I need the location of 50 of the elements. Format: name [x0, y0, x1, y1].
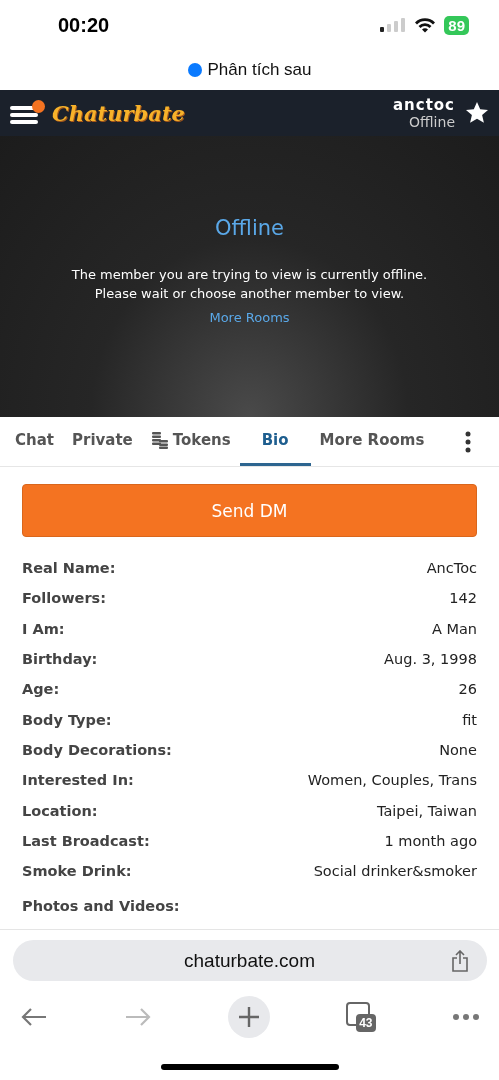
bio-value: 1 month ago	[384, 832, 477, 849]
bio-label: Real Name:	[22, 560, 116, 577]
bio-value: Taipei, Taiwan	[376, 802, 477, 819]
coin-stack-icon	[150, 431, 169, 449]
bio-value: None	[439, 741, 477, 758]
offline-title: Offline	[215, 216, 284, 240]
bio-label: Location:	[22, 802, 98, 819]
status-dot	[187, 63, 202, 77]
tab[interactable]: Bio	[239, 417, 311, 466]
bio-value: fit	[462, 711, 477, 728]
bio-value: Women, Couples, Trans	[307, 772, 477, 789]
bio-label: Last Broadcast:	[22, 832, 150, 849]
bio-value: Social drinker&smoker	[313, 863, 477, 880]
site-logo[interactable]: Chaturbate	[52, 100, 185, 126]
tab[interactable]: Chat	[6, 417, 63, 466]
url-text: chaturbate.com	[184, 949, 315, 972]
bio-value: 26	[458, 681, 477, 698]
signal-icon	[380, 18, 407, 32]
bio-label: Birthday:	[22, 651, 98, 668]
bio-label: Interested In:	[22, 772, 134, 789]
section-heading: Photos and Videos:	[22, 898, 181, 915]
battery-indicator: 89	[444, 15, 469, 35]
bio-label: Smoke Drink:	[22, 863, 132, 880]
bio-label: Body Type:	[22, 711, 112, 728]
back-icon[interactable]	[19, 1006, 48, 1028]
menu-button[interactable]	[10, 100, 42, 126]
bio-value: A Man	[431, 620, 477, 637]
bio-label: Body Decorations:	[22, 741, 172, 758]
share-icon[interactable]	[450, 949, 469, 972]
address-bar[interactable]: chaturbate.com	[12, 940, 487, 981]
bio-value: 142	[449, 590, 477, 607]
user-status: Offline	[409, 114, 455, 130]
notice-text: Phân tích sau	[207, 60, 312, 80]
username: anctoc	[392, 96, 455, 114]
star-icon[interactable]	[465, 101, 489, 125]
bio-label: I Am:	[22, 620, 65, 637]
tab[interactable]: More Rooms	[310, 417, 434, 466]
status-time: 00:20	[58, 13, 110, 37]
wifi-icon	[414, 17, 437, 33]
new-tab-icon[interactable]	[227, 996, 270, 1038]
bio-label: Followers:	[22, 590, 106, 607]
more-icon[interactable]	[451, 1013, 480, 1021]
bio-value: Aug. 3, 1998	[384, 651, 477, 668]
more-options-icon[interactable]	[465, 430, 471, 453]
tab[interactable]: Private	[63, 417, 142, 466]
offline-message: The member you are trying to view is currently offline. Please wait or choose another member to view.	[70, 266, 429, 303]
bio-label: Age:	[22, 681, 60, 698]
tab[interactable]: Tokens	[141, 417, 240, 466]
bio-value: AncToc	[426, 560, 477, 577]
more-rooms-link[interactable]: More Rooms	[209, 309, 290, 325]
